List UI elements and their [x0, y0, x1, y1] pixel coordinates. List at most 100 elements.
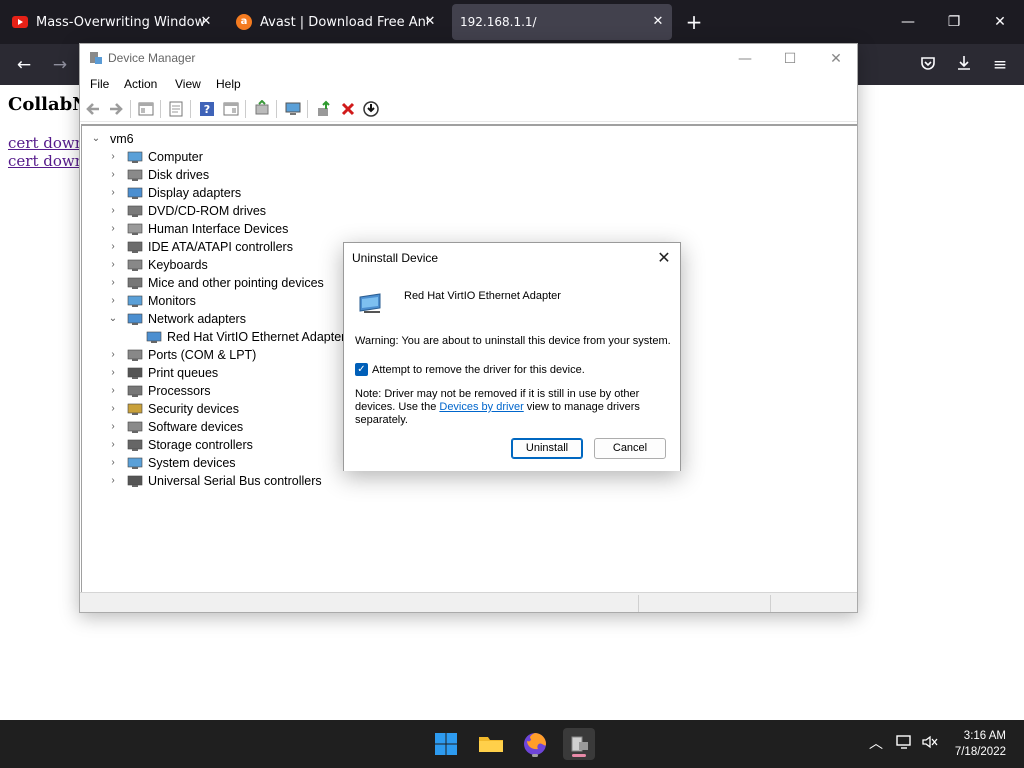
device-manager-taskbar-button[interactable] — [563, 728, 595, 760]
tree-category[interactable]: › Display adapters — [107, 184, 241, 202]
device-name: Red Hat VirtIO Ethernet Adapter — [404, 290, 561, 302]
volume-muted-icon[interactable] — [920, 734, 940, 754]
back-button[interactable]: ← — [13, 54, 35, 76]
chevron-right-icon[interactable]: › — [107, 187, 119, 199]
device-category-icon — [127, 313, 143, 325]
close-icon[interactable]: ✕ — [198, 14, 214, 30]
close-icon[interactable]: ✕ — [422, 14, 438, 30]
download-icon[interactable] — [953, 54, 975, 76]
tree-category[interactable]: › Human Interface Devices — [107, 220, 288, 238]
tree-category[interactable]: › System devices — [107, 454, 235, 472]
uninstall-icon[interactable] — [339, 100, 357, 118]
chevron-right-icon[interactable]: › — [107, 367, 119, 379]
chevron-right-icon[interactable]: › — [107, 169, 119, 181]
devices-by-driver-link[interactable]: Devices by driver — [439, 401, 523, 413]
tab-youtube[interactable]: Mass-Overwriting Windows Re ✕ — [4, 4, 220, 40]
device-category-icon — [127, 349, 143, 361]
tree-category[interactable]: › Monitors — [107, 292, 196, 310]
monitor-icon[interactable] — [284, 100, 302, 118]
menu-action[interactable]: Action — [124, 77, 157, 91]
windows-icon — [435, 733, 457, 755]
device-manager-icon — [90, 52, 102, 64]
chevron-right-icon[interactable]: › — [107, 205, 119, 217]
close-button[interactable]: ✕ — [822, 48, 850, 70]
tree-category[interactable]: › Security devices — [107, 400, 239, 418]
tree-category[interactable]: › Disk drives — [107, 166, 209, 184]
scan-hardware-icon[interactable] — [253, 100, 271, 118]
forward-arrow-icon[interactable] — [107, 100, 125, 118]
tree-item-label: Storage controllers — [148, 438, 253, 452]
tree-category[interactable]: › IDE ATA/ATAPI controllers — [107, 238, 293, 256]
chevron-right-icon[interactable]: › — [107, 385, 119, 397]
close-icon[interactable]: ✕ — [652, 247, 676, 269]
chevron-right-icon[interactable]: › — [107, 259, 119, 271]
taskbar: ︿ 3:16 AM 7/18/2022 — [0, 720, 1024, 768]
tree-category[interactable]: › DVD/CD-ROM drives — [107, 202, 266, 220]
network-icon[interactable] — [894, 734, 914, 754]
tree-category[interactable]: › Storage controllers — [107, 436, 253, 454]
toolbar-separator — [130, 100, 131, 118]
system-clock[interactable]: 3:16 AM 7/18/2022 — [955, 728, 1006, 760]
warning-text: Warning: You are about to uninstall this… — [355, 335, 671, 347]
chevron-right-icon[interactable]: › — [107, 457, 119, 469]
uninstall-button[interactable]: Uninstall — [511, 438, 583, 459]
driver-note: Note: Driver may not be removed if it is… — [355, 388, 670, 427]
restore-button[interactable]: ❐ — [944, 12, 964, 32]
chevron-up-icon[interactable]: ︿ — [866, 734, 886, 754]
remove-driver-checkbox[interactable]: ✓ Attempt to remove the driver for this … — [355, 363, 585, 376]
tab-router[interactable]: 192.168.1.1/ ✕ — [452, 4, 672, 40]
menu-icon[interactable]: ≡ — [989, 54, 1011, 76]
checkmark-icon[interactable]: ✓ — [355, 363, 368, 376]
tree-category[interactable]: › Computer — [107, 148, 203, 166]
menu-file[interactable]: File — [90, 77, 109, 91]
chevron-right-icon[interactable]: › — [107, 349, 119, 361]
toolbar-separator — [160, 100, 161, 118]
tree-category[interactable]: › Mice and other pointing devices — [107, 274, 323, 292]
chevron-right-icon[interactable]: › — [107, 223, 119, 235]
tree-category[interactable]: › Software devices — [107, 418, 243, 436]
action-pane-icon[interactable] — [222, 100, 240, 118]
tree-root[interactable]: ⌄ vm6 — [90, 130, 134, 148]
menu-view[interactable]: View — [175, 77, 201, 91]
chevron-right-icon[interactable]: › — [107, 277, 119, 289]
pocket-icon[interactable] — [917, 54, 939, 76]
close-icon[interactable]: ✕ — [650, 14, 666, 30]
tree-category[interactable]: › Print queues — [107, 364, 218, 382]
menu-help[interactable]: Help — [216, 77, 241, 91]
file-explorer-button[interactable] — [475, 728, 507, 760]
minimize-button[interactable]: — — [898, 12, 918, 32]
tree-category[interactable]: › Processors — [107, 382, 210, 400]
tab-avast[interactable]: a Avast | Download Free Antivirus ✕ — [228, 4, 444, 40]
avast-icon: a — [236, 14, 252, 30]
disable-device-icon[interactable] — [362, 100, 380, 118]
chevron-right-icon[interactable]: › — [107, 475, 119, 487]
tree-child-item[interactable]: Red Hat VirtIO Ethernet Adapter — [146, 328, 345, 346]
update-driver-icon[interactable] — [315, 100, 333, 118]
menu-bar: File Action View Help — [80, 74, 857, 96]
chevron-right-icon[interactable]: › — [107, 439, 119, 451]
show-hide-console-tree-icon[interactable] — [137, 100, 155, 118]
start-button[interactable] — [430, 728, 462, 760]
chevron-right-icon[interactable]: › — [107, 421, 119, 433]
tree-category[interactable]: ⌄ Network adapters — [107, 310, 246, 328]
new-tab-button[interactable]: + — [684, 12, 704, 32]
tree-category[interactable]: › Ports (COM & LPT) — [107, 346, 256, 364]
chevron-down-icon[interactable]: ⌄ — [90, 133, 102, 145]
chevron-right-icon[interactable]: › — [107, 403, 119, 415]
tree-category[interactable]: › Keyboards — [107, 256, 207, 274]
chevron-down-icon[interactable]: ⌄ — [107, 313, 119, 325]
close-window-button[interactable]: ✕ — [990, 12, 1010, 32]
firefox-button[interactable] — [519, 728, 551, 760]
chevron-right-icon[interactable]: › — [107, 295, 119, 307]
help-icon[interactable]: ? — [198, 100, 216, 118]
properties-icon[interactable] — [167, 100, 185, 118]
toolbar-separator — [190, 100, 191, 118]
chevron-right-icon[interactable]: › — [107, 151, 119, 163]
chevron-right-icon[interactable]: › — [107, 241, 119, 253]
cancel-button[interactable]: Cancel — [594, 438, 666, 459]
back-arrow-icon[interactable] — [84, 100, 102, 118]
forward-button[interactable]: → — [49, 54, 71, 76]
minimize-button[interactable]: — — [731, 48, 759, 70]
tree-category[interactable]: › Universal Serial Bus controllers — [107, 472, 321, 490]
maximize-button[interactable]: ☐ — [776, 48, 804, 70]
